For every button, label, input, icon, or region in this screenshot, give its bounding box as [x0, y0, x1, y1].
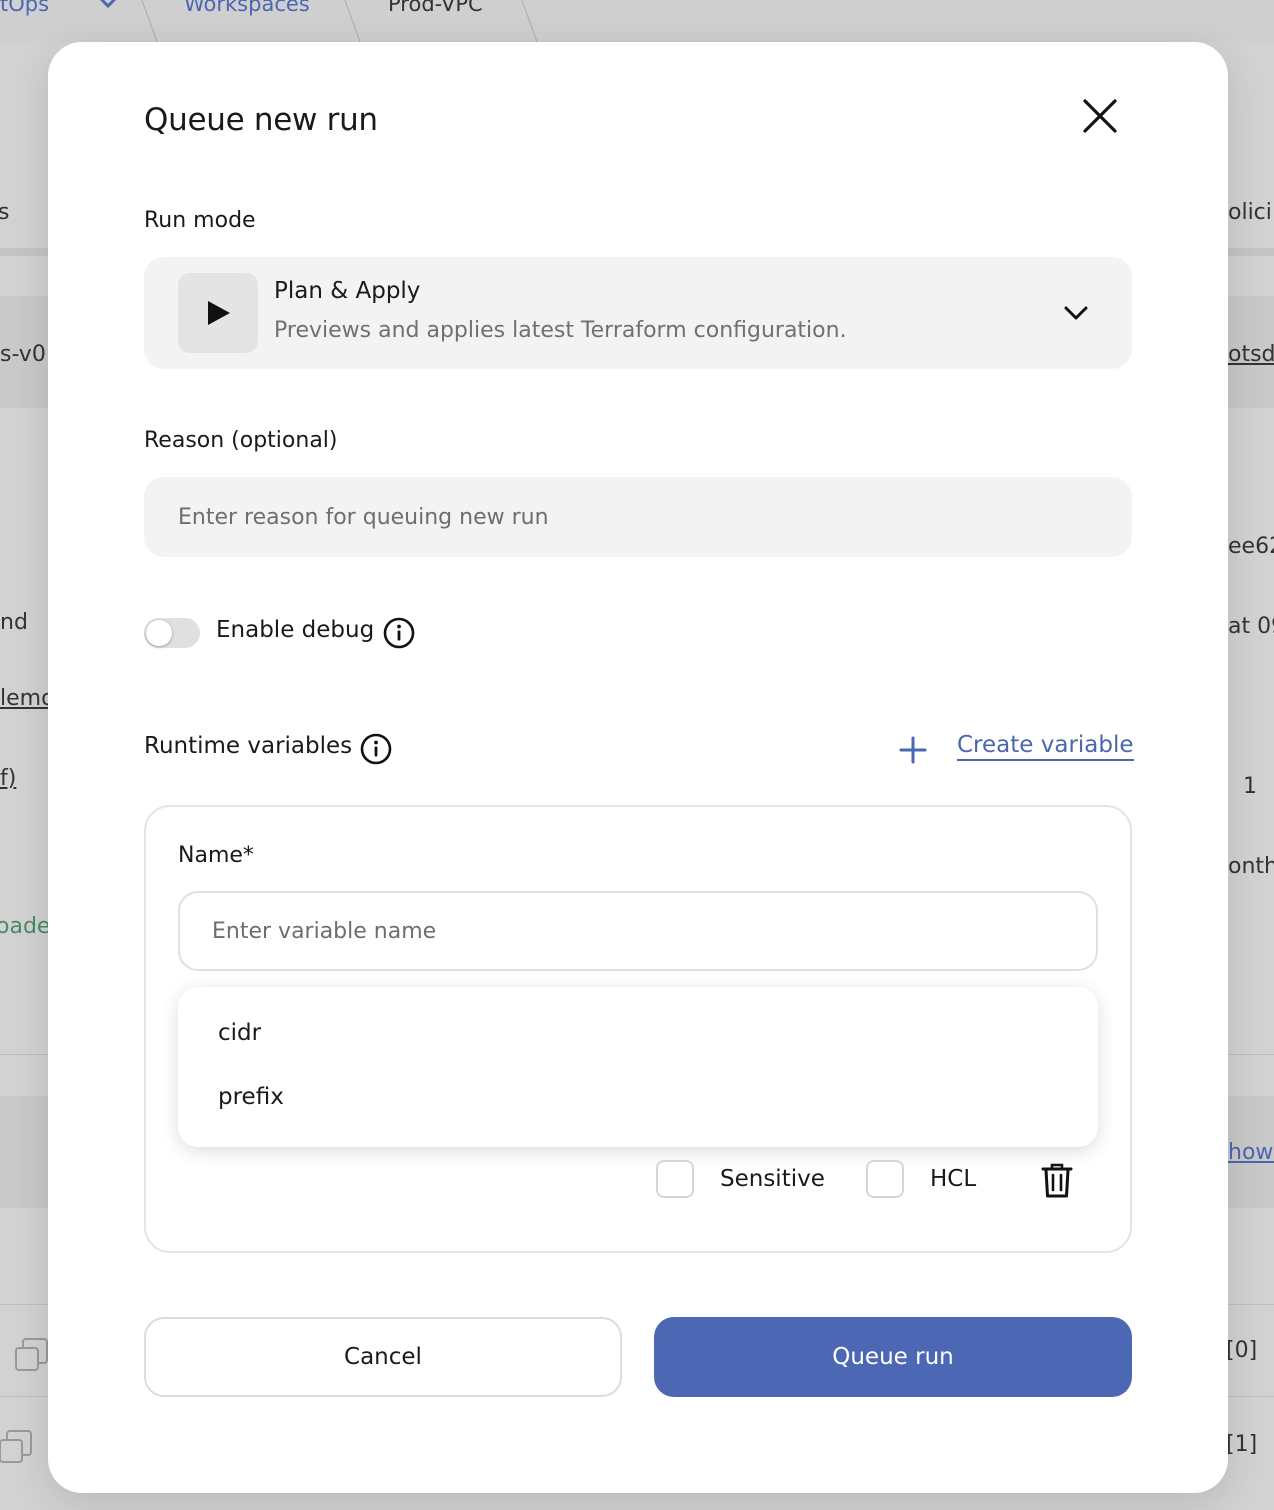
background-text: [1]: [1226, 1432, 1258, 1457]
breadcrumb-org[interactable]: tOps: [0, 0, 49, 16]
modal-title: Queue new run: [144, 102, 378, 138]
background-link[interactable]: how a: [1228, 1140, 1274, 1165]
chevron-down-icon[interactable]: [98, 0, 118, 12]
sensitive-label: Sensitive: [720, 1166, 825, 1192]
breadcrumb-workspace-name: Prod-VPC: [388, 0, 483, 16]
background-tab-text: olici: [1228, 200, 1272, 225]
run-mode-label: Run mode: [144, 208, 256, 233]
reason-input[interactable]: [144, 477, 1132, 557]
info-icon[interactable]: [360, 733, 392, 765]
background-link[interactable]: lemo: [0, 686, 55, 711]
suggestion-item[interactable]: prefix: [218, 1084, 284, 1110]
create-variable-link[interactable]: Create variable: [957, 732, 1134, 761]
breadcrumb-separator: [507, 0, 538, 42]
background-text: ee62: [1228, 534, 1274, 559]
background-tab-text: s: [0, 200, 10, 225]
background-text: onth: [1228, 854, 1274, 879]
run-mode-select[interactable]: Plan & Apply Previews and applies latest…: [144, 257, 1132, 369]
hcl-checkbox[interactable]: [866, 1160, 904, 1198]
cancel-button[interactable]: Cancel: [144, 1317, 622, 1397]
queue-run-button[interactable]: Queue run: [654, 1317, 1132, 1397]
variable-name-label: Name*: [178, 843, 254, 868]
hcl-label: HCL: [930, 1166, 977, 1192]
close-icon: [1078, 99, 1122, 142]
breadcrumb-workspaces[interactable]: Workspaces: [184, 0, 310, 16]
background-text: [0]: [1226, 1338, 1258, 1363]
queue-run-modal: Queue new run Run mode Plan & Apply Prev…: [48, 42, 1228, 1493]
background-text: 1: [1243, 774, 1257, 799]
enable-debug-toggle[interactable]: [144, 618, 200, 648]
variable-card: Name* cidr prefix Sensitive HCL: [144, 805, 1132, 1253]
breadcrumb-separator: [127, 0, 158, 42]
background-status-badge: oade: [0, 914, 51, 939]
enable-debug-label: Enable debug: [216, 617, 375, 643]
run-mode-title: Plan & Apply: [274, 278, 421, 304]
plus-icon[interactable]: [898, 735, 928, 765]
breadcrumb-separator: [330, 0, 361, 42]
variable-name-input[interactable]: [178, 891, 1098, 971]
info-icon[interactable]: [383, 617, 415, 649]
background-breadcrumb-bar: tOps Workspaces Prod-VPC: [0, 0, 1274, 42]
background-text: nd: [0, 610, 28, 635]
variable-suggestions-dropdown: cidr prefix: [178, 987, 1098, 1147]
play-icon: [178, 273, 258, 353]
toggle-knob: [146, 620, 172, 646]
trash-icon[interactable]: [1040, 1161, 1074, 1199]
background-link[interactable]: f): [0, 766, 16, 791]
background-text: s-v0: [0, 342, 46, 367]
copy-icon[interactable]: [15, 1338, 48, 1371]
suggestion-item[interactable]: cidr: [218, 1020, 261, 1046]
chevron-down-icon: [1062, 301, 1090, 325]
background-link[interactable]: otsd: [1228, 342, 1274, 367]
close-button[interactable]: [1078, 94, 1122, 138]
run-mode-description: Previews and applies latest Terraform co…: [274, 318, 847, 343]
sensitive-checkbox[interactable]: [656, 1160, 694, 1198]
copy-icon[interactable]: [0, 1430, 32, 1463]
runtime-variables-label: Runtime variables: [144, 733, 353, 759]
reason-label: Reason (optional): [144, 428, 338, 453]
background-text: at 09: [1228, 614, 1274, 639]
